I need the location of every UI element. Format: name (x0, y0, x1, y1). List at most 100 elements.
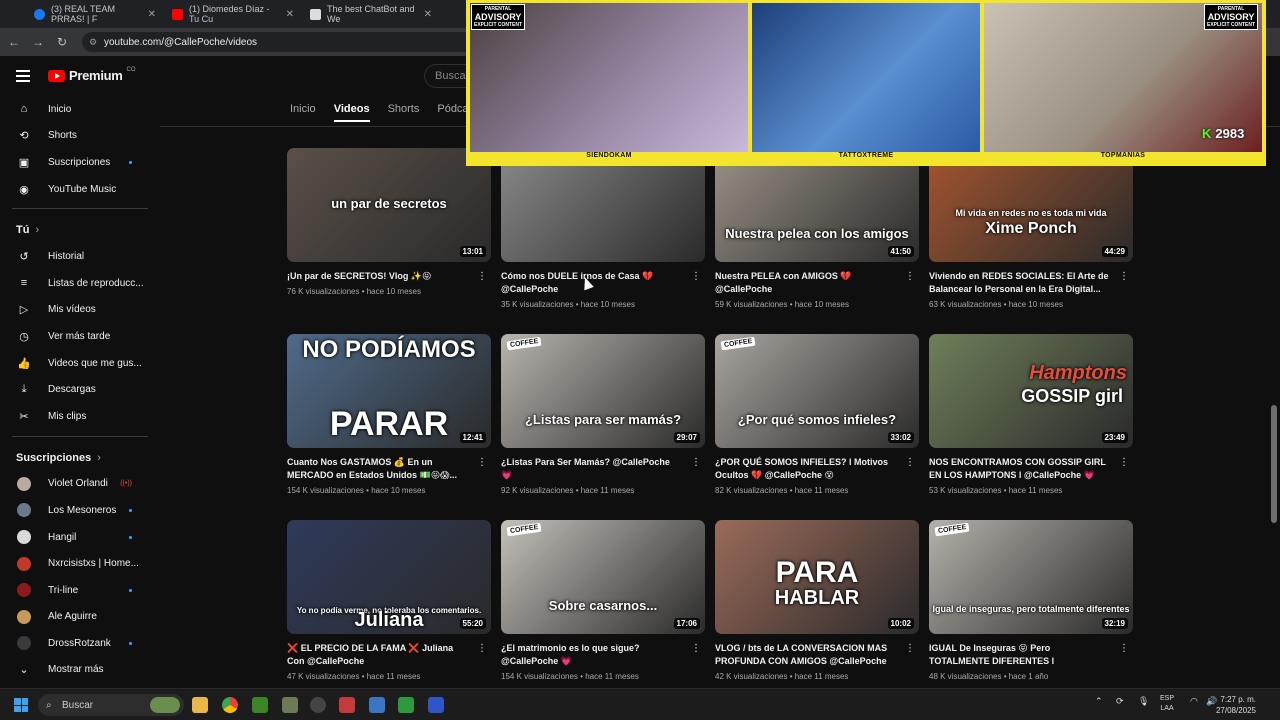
calculator-icon[interactable] (369, 697, 385, 713)
sidebar-item-liked[interactable]: 👍 Videos que me gus... (0, 350, 160, 377)
more-options-icon[interactable]: ⋮ (905, 272, 915, 282)
video-card[interactable]: NO PODÍAMOS PARAR 12:41 Cuanto Nos GASTAMOS… (287, 334, 491, 495)
chevron-up-icon[interactable]: ⌃ (1095, 696, 1103, 707)
close-icon[interactable]: ✕ (424, 9, 432, 20)
sidebar-item-history[interactable]: ↺ Historial (0, 243, 160, 270)
video-title[interactable]: ¿POR QUÉ SOMOS INFIELES? l Motivos Ocult… (715, 456, 919, 482)
video-thumbnail[interactable]: un par de secretos 13:01 (287, 148, 491, 262)
more-options-icon[interactable]: ⋮ (477, 272, 487, 282)
video-title[interactable]: Cómo nos DUELE irnos de Casa 💔 @CallePoc… (501, 270, 705, 296)
show-more-button[interactable]: ⌄ Mostrar más (0, 657, 160, 684)
sidebar-channel[interactable]: DrossRotzank (0, 630, 160, 657)
video-card[interactable]: Nuestra pelea con los amigos 41:50 Nuestra… (715, 148, 919, 309)
video-title[interactable]: ¿El matrimonio es lo que sigue? @CallePo… (501, 642, 705, 668)
video-thumbnail[interactable]: COFFEE ¿Por qué somos infieles? 33:02 (715, 334, 919, 448)
video-title[interactable]: NOS ENCONTRAMOS CON GOSSIP GIRL EN LOS H… (929, 456, 1133, 482)
sidebar-item-home[interactable]: ⌂ Inicio (0, 96, 160, 123)
browser-tab-youtube[interactable]: (1) Diomedes Díaz - Tu Cu ✕ (164, 0, 302, 28)
video-title[interactable]: VLOG / bts de LA CONVERSACION MAS PROFUN… (715, 642, 919, 668)
video-thumbnail[interactable]: Hamptons GOSSIP girl 23:49 (929, 334, 1133, 448)
terminal-icon[interactable] (398, 697, 414, 713)
more-options-icon[interactable]: ⋮ (905, 458, 915, 468)
video-card[interactable]: Mi vida en redes no es toda mi vida Xime … (929, 148, 1133, 309)
more-options-icon[interactable]: ⋮ (691, 458, 701, 468)
minecraft-icon[interactable] (252, 697, 268, 713)
more-options-icon[interactable]: ⋮ (477, 458, 487, 468)
game-icon[interactable] (282, 697, 298, 713)
sidebar-channel[interactable]: Nxrcisistxs | Home... (0, 550, 160, 577)
tab-shorts[interactable]: Shorts (388, 103, 420, 122)
taskbar-search-input[interactable]: ⌕ Buscar (38, 694, 184, 716)
you-section-header[interactable]: Tú › (0, 217, 160, 243)
video-card[interactable]: Yo no podía verme, no toleraba los comen… (287, 520, 491, 681)
video-title[interactable]: ¡Un par de SECRETOS! Vlog ✨😝 (287, 270, 491, 283)
more-options-icon[interactable]: ⋮ (1119, 272, 1129, 282)
sidebar-item-watch-later[interactable]: ◷ Ver más tarde (0, 323, 160, 350)
windows-start-icon[interactable] (14, 698, 28, 712)
sidebar-channel[interactable]: Hangil (0, 524, 160, 551)
youtube-premium-logo[interactable]: Premium CO (48, 67, 136, 83)
video-card[interactable]: un par de secretos 13:01 ¡Un par de SECRET… (287, 148, 491, 296)
video-card[interactable]: Cómo nos DUELE irnos de Casa 💔 @CallePoc… (501, 148, 705, 309)
video-thumbnail[interactable]: COFFEE ¿Listas para ser mamás? 29:07 (501, 334, 705, 448)
sidebar-channel[interactable]: Los Mesoneros (0, 497, 160, 524)
reload-icon[interactable]: ↻ (50, 35, 74, 49)
app-icon[interactable] (339, 697, 355, 713)
sidebar-channel[interactable]: Tri-line (0, 577, 160, 604)
video-card[interactable]: Hamptons GOSSIP girl 23:49 NOS ENCONTRAMOS … (929, 334, 1133, 495)
subscriptions-section-header[interactable]: Suscripciones › (0, 445, 160, 471)
back-icon[interactable]: ← (2, 35, 26, 49)
site-info-icon[interactable]: ⚙ (89, 37, 97, 48)
more-options-icon[interactable]: ⋮ (691, 272, 701, 282)
vpn-icon[interactable] (428, 697, 444, 713)
more-options-icon[interactable]: ⋮ (1119, 458, 1129, 468)
sidebar-item-playlists[interactable]: ≡ Listas de reproducc... (0, 270, 160, 297)
scrollbar-thumb[interactable] (1271, 405, 1277, 523)
sidebar-item-subscriptions[interactable]: ▣ Suscripciones (0, 149, 160, 176)
menu-icon[interactable] (16, 70, 30, 85)
forward-icon[interactable]: → (26, 35, 50, 49)
video-thumbnail[interactable]: COFFEE Igual de inseguras, pero totalment… (929, 520, 1133, 634)
video-card[interactable]: COFFEE ¿Listas para ser mamás? 29:07 ¿Lista… (501, 334, 705, 495)
video-card[interactable]: COFFEE Igual de inseguras, pero totalment… (929, 520, 1133, 681)
more-options-icon[interactable]: ⋮ (1119, 644, 1129, 654)
browser-tab-chatbot[interactable]: The best ChatBot and We ✕ (302, 0, 440, 28)
video-card[interactable]: COFFEE Sobre casarnos... 17:06 ¿El matrimon… (501, 520, 705, 681)
video-title[interactable]: IGUAL De Inseguras 😝 Pero TOTALMENTE DIF… (929, 642, 1133, 668)
microphone-icon[interactable]: 🎙 (1138, 696, 1149, 707)
tab-home[interactable]: Inicio (290, 103, 316, 122)
file-explorer-icon[interactable] (192, 697, 208, 713)
sidebar-channel[interactable]: Violet Orlandi ((•)) (0, 471, 160, 498)
sidebar-item-music[interactable]: ◉ YouTube Music (0, 176, 160, 203)
more-options-icon[interactable]: ⋮ (477, 644, 487, 654)
video-thumbnail[interactable]: COFFEE Sobre casarnos... 17:06 (501, 520, 705, 634)
video-title[interactable]: Viviendo en REDES SOCIALES: El Arte de B… (929, 270, 1133, 296)
wifi-icon[interactable]: ◠ (1190, 696, 1198, 707)
video-card[interactable]: PARA HABLAR 10:02 VLOG / bts de LA CONVERSA… (715, 520, 919, 681)
sidebar-item-downloads[interactable]: ⤓ Descargas (0, 376, 160, 403)
github-icon[interactable] (310, 697, 326, 713)
browser-tab-facebook[interactable]: (3) REAL TEAM PRRAS! | F ✕ (26, 0, 164, 28)
sidebar-item-my-videos[interactable]: ▷ Mis vídeos (0, 297, 160, 324)
view-count: 42 K visualizaciones (715, 672, 788, 681)
video-thumbnail[interactable]: Yo no podía verme, no toleraba los comen… (287, 520, 491, 634)
video-title[interactable]: Cuanto Nos GASTAMOS 💰 En un MERCADO en E… (287, 456, 491, 482)
sidebar-item-shorts[interactable]: ⟲ Shorts (0, 123, 160, 150)
tab-videos[interactable]: Videos (333, 103, 370, 122)
sidebar-item-clips[interactable]: ✂ Mis clips (0, 403, 160, 430)
video-card[interactable]: COFFEE ¿Por qué somos infieles? 33:02 ¿POR … (715, 334, 919, 495)
video-thumbnail[interactable]: PARA HABLAR 10:02 (715, 520, 919, 634)
video-title[interactable]: Nuestra PELEA con AMIGOS 💔 @CallePoche (715, 270, 919, 296)
sidebar-channel[interactable]: Ale Aguirre (0, 604, 160, 631)
video-thumbnail[interactable]: NO PODÍAMOS PARAR 12:41 (287, 334, 491, 448)
chrome-icon[interactable] (222, 697, 238, 713)
video-title[interactable]: ¿Listas Para Ser Mamás? @CallePoche 💗 (501, 456, 705, 482)
video-title[interactable]: ❌ EL PRECIO DE LA FAMA ❌ Juliana Con @Ca… (287, 642, 491, 668)
close-icon[interactable]: ✕ (148, 9, 156, 20)
more-options-icon[interactable]: ⋮ (691, 644, 701, 654)
language-indicator[interactable]: ESP LAA (1160, 694, 1174, 714)
close-icon[interactable]: ✕ (286, 9, 294, 20)
system-clock[interactable]: 7:27 p. m. 27/08/2025 (1216, 694, 1256, 716)
more-options-icon[interactable]: ⋮ (905, 644, 915, 654)
sync-icon[interactable]: ⟳ (1116, 696, 1124, 707)
